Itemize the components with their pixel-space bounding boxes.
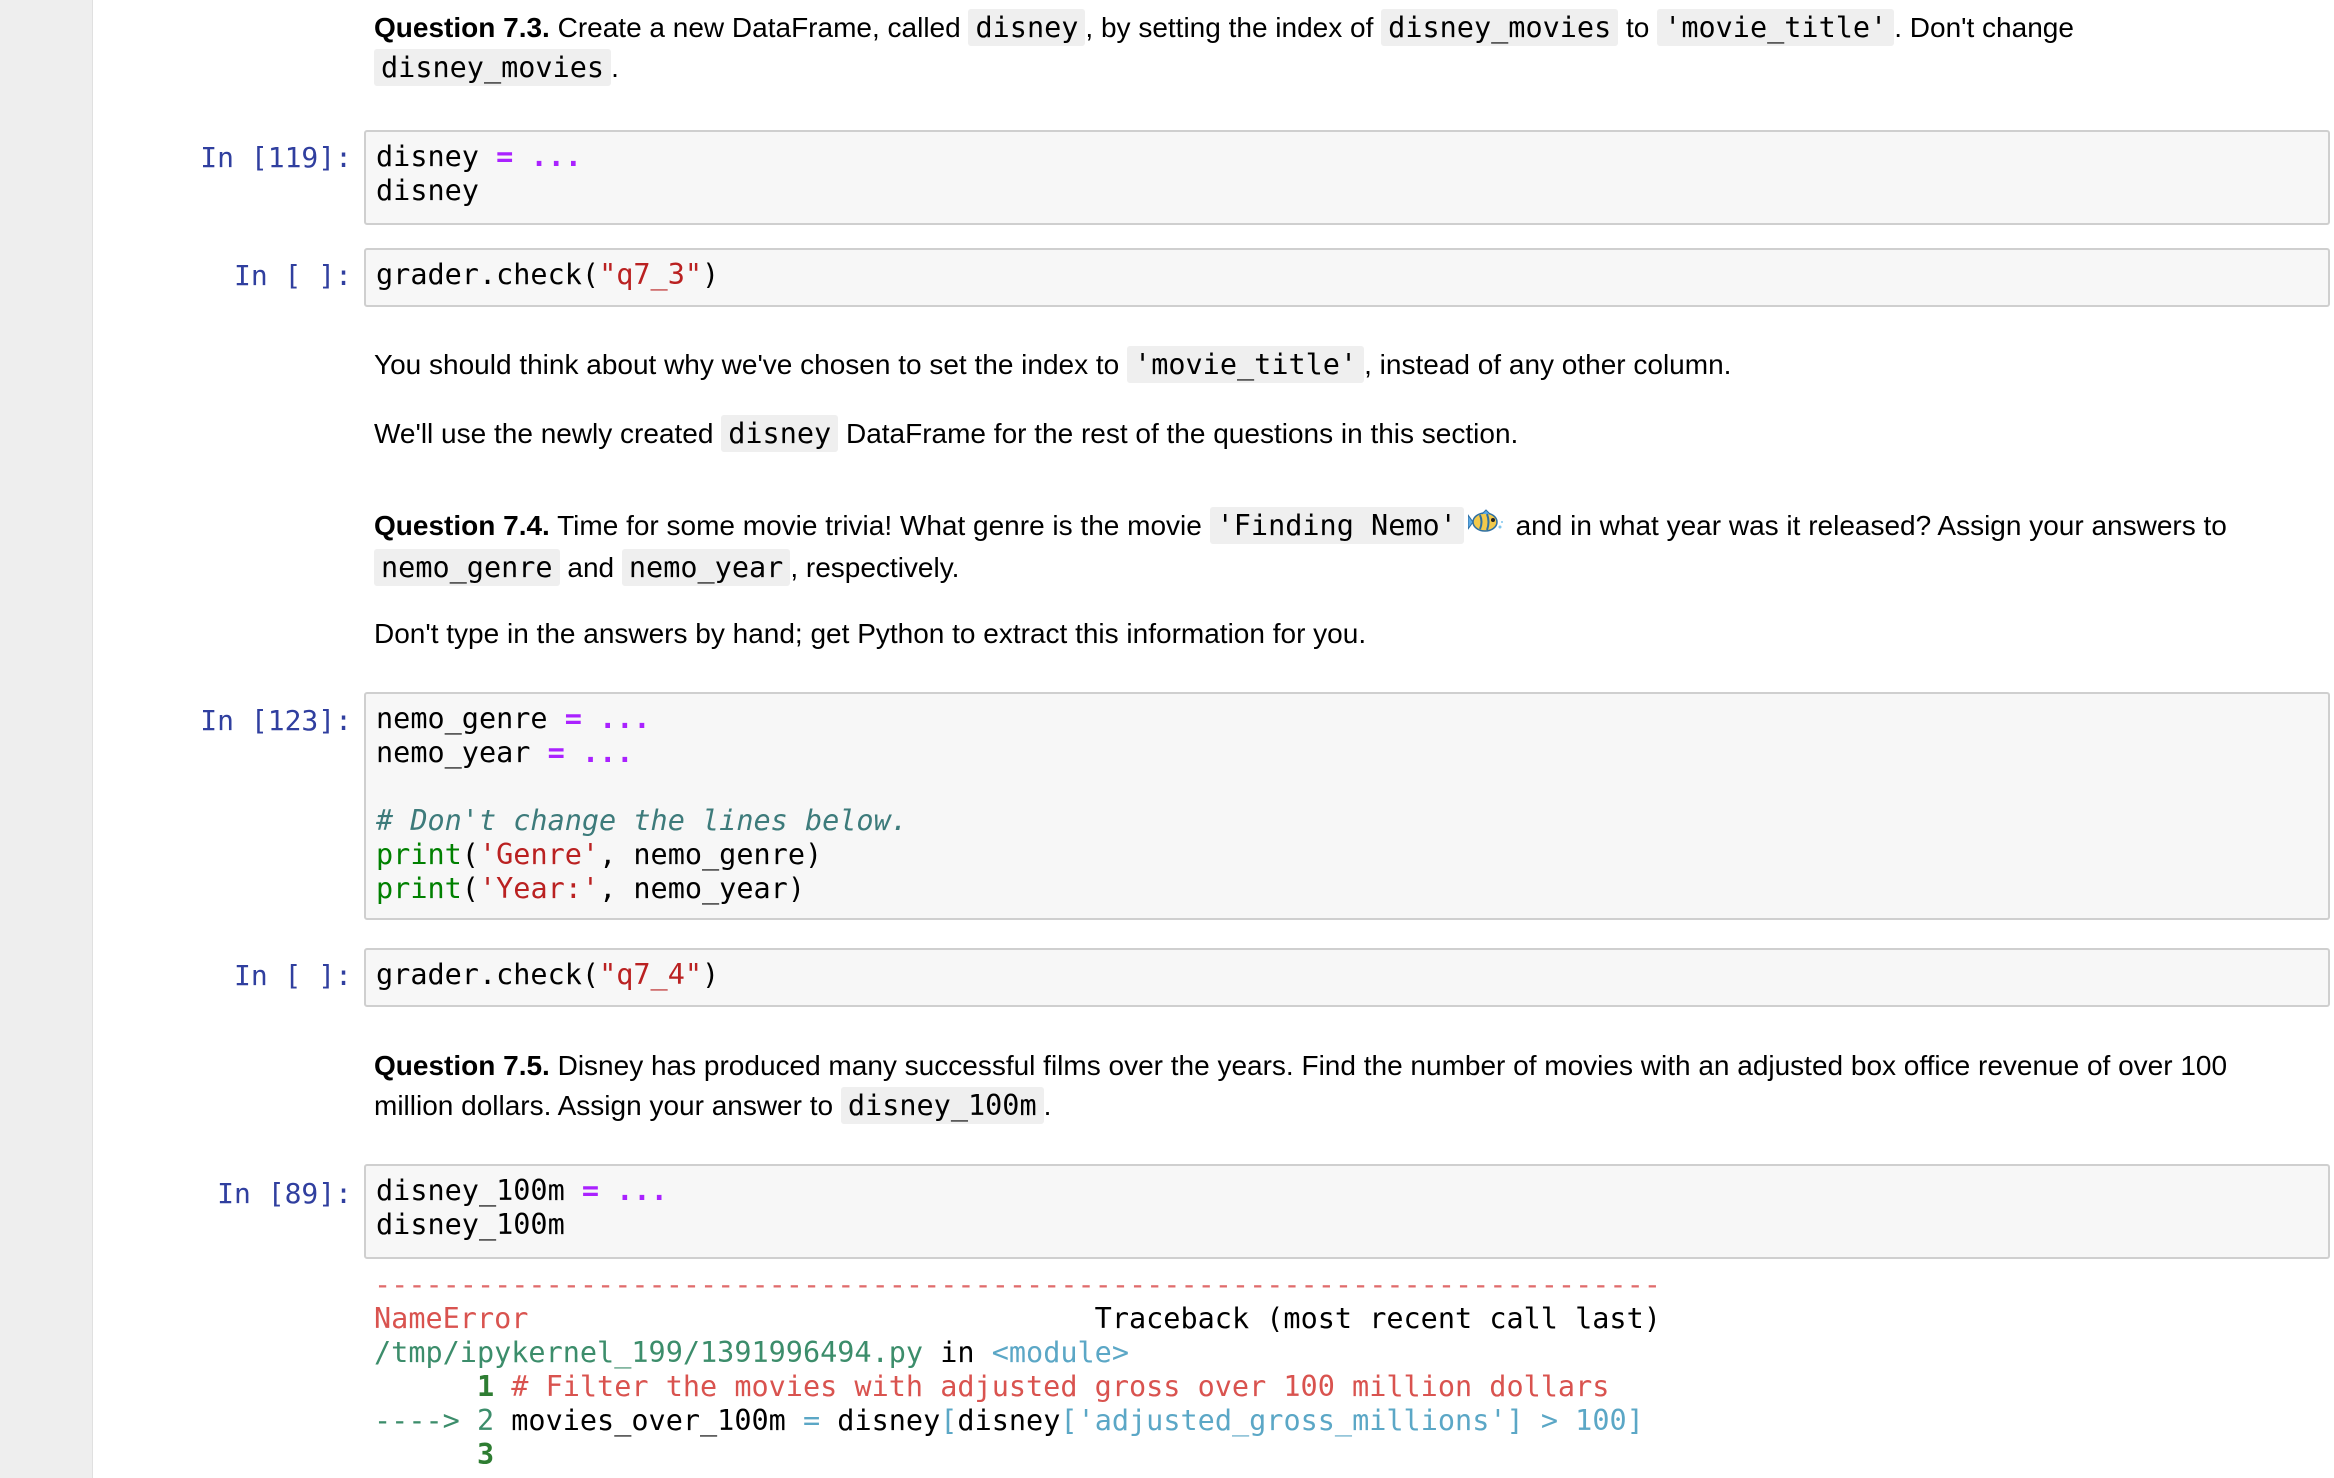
index-explanation-text: You should think about why we've chosen …	[374, 346, 1732, 383]
error-traceback-output: ----------------------------------------…	[374, 1268, 1661, 1471]
question-7-5-text: Question 7.5. Disney has produced many s…	[374, 1050, 2228, 1124]
question-7-4-text: Question 7.4. Time for some movie trivia…	[374, 507, 2227, 587]
cell-prompt-89: In [89]:	[217, 1177, 352, 1210]
no-hand-typing-note: Don't type in the answers by hand; get P…	[374, 618, 1367, 649]
tropical-fish-icon	[1467, 507, 1504, 548]
cell-prompt-empty-2: In [ ]:	[233, 959, 352, 992]
question-7-3-text: Question 7.3. Create a new DataFrame, ca…	[374, 9, 2074, 86]
code-cell-grader-q7-4[interactable]: grader.check("q7_4")	[364, 948, 2330, 1007]
disney-usage-note: We'll use the newly created disney DataF…	[374, 415, 1519, 452]
cell-prompt-119: In [119]:	[200, 141, 352, 174]
notebook-left-gutter	[0, 0, 93, 1478]
cell-prompt-123: In [123]:	[200, 704, 352, 737]
code-cell-disney-100m[interactable]: disney_100m = ... disney_100m	[364, 1164, 2330, 1259]
code-cell-disney[interactable]: disney = ... disney	[364, 130, 2330, 225]
code-cell-grader-q7-3[interactable]: grader.check("q7_3")	[364, 248, 2330, 307]
code-cell-nemo[interactable]: nemo_genre = ... nemo_year = ... # Don't…	[364, 692, 2330, 920]
cell-prompt-empty: In [ ]:	[233, 259, 352, 292]
